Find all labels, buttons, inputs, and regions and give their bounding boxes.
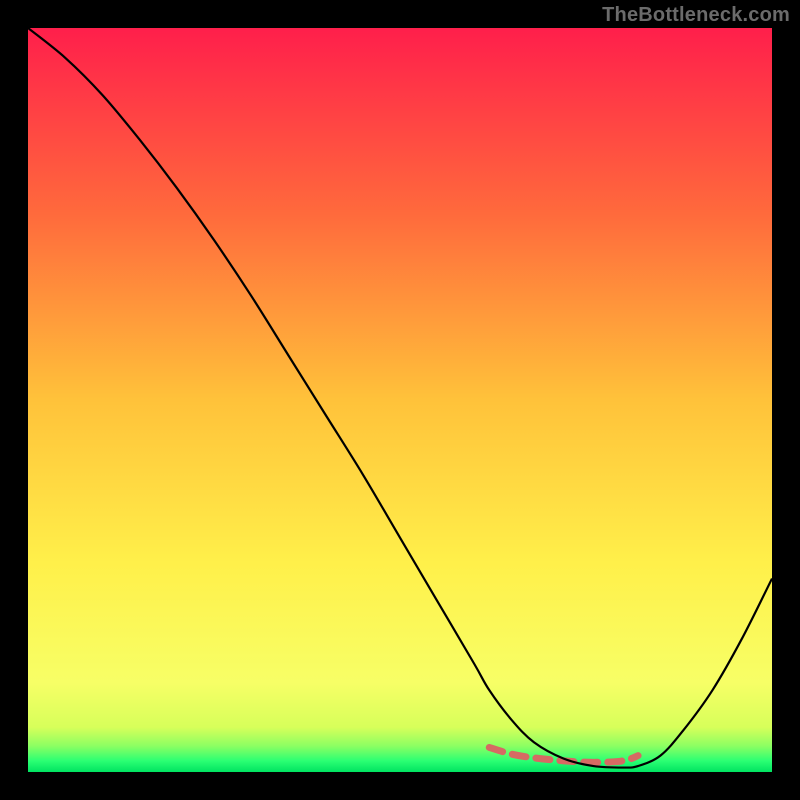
chart-stage: TheBottleneck.com xyxy=(0,0,800,800)
bottleneck-chart xyxy=(28,28,772,772)
plot-area xyxy=(28,28,772,772)
watermark-text: TheBottleneck.com xyxy=(602,4,790,27)
